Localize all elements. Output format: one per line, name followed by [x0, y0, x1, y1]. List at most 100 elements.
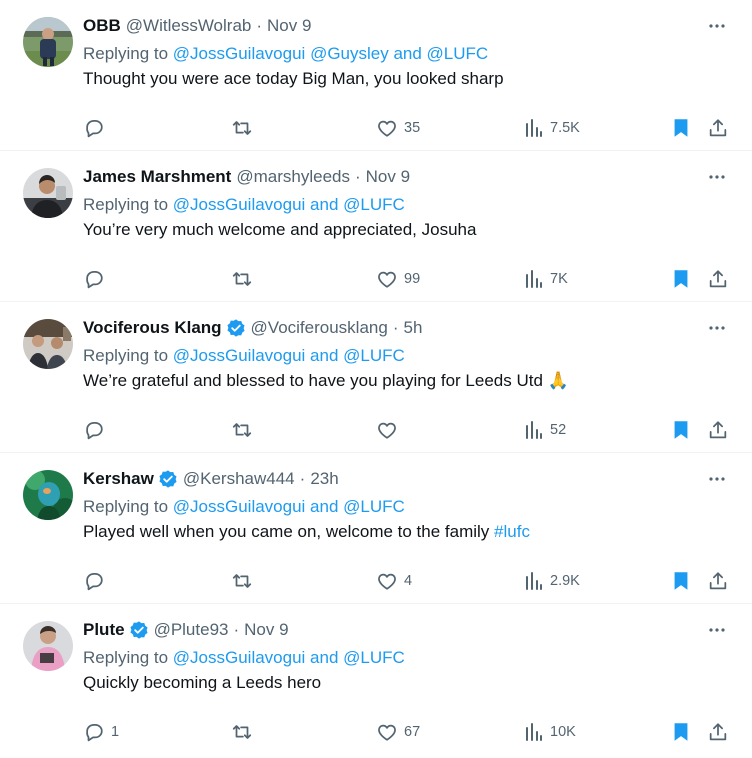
separator-dot: ·: [256, 16, 263, 35]
bookmark-button[interactable]: [670, 266, 692, 292]
reply-button[interactable]: [83, 266, 111, 292]
mention-link[interactable]: @LUFC: [343, 497, 405, 516]
mention-link[interactable]: @LUFC: [343, 648, 405, 667]
retweet-icon: [232, 423, 252, 437]
verified-badge-icon: [130, 621, 148, 639]
verified-badge-icon: [159, 470, 177, 488]
mention-separator[interactable]: and: [389, 44, 427, 63]
mention-link[interactable]: @JossGuilavogui: [173, 648, 306, 667]
bookmark-button[interactable]: [670, 115, 692, 141]
more-dots-icon: [709, 628, 725, 632]
views-button[interactable]: 7K: [524, 266, 568, 292]
timestamp[interactable]: 5h: [404, 316, 423, 340]
mention-link[interactable]: @JossGuilavogui: [173, 44, 306, 63]
mention-link[interactable]: @LUFC: [427, 44, 489, 63]
reply-tweet[interactable]: Vociferous Klang @Vociferousklang · 5h R…: [0, 302, 752, 453]
timestamp[interactable]: Nov 9: [244, 618, 288, 642]
retweet-button[interactable]: [231, 568, 259, 594]
share-button[interactable]: [707, 417, 729, 443]
timestamp[interactable]: Nov 9: [267, 14, 311, 38]
reply-tweet[interactable]: James Marshment @marshyleeds · Nov 9 Rep…: [0, 151, 752, 302]
bookmark-button[interactable]: [670, 417, 692, 443]
retweet-button[interactable]: [231, 719, 259, 745]
views-button[interactable]: 10K: [524, 719, 576, 745]
mention-link[interactable]: @JossGuilavogui: [173, 346, 306, 365]
reply-count: 1: [111, 724, 120, 740]
bookmark-button[interactable]: [670, 568, 692, 594]
hashtag-link[interactable]: #lufc: [494, 522, 530, 541]
retweet-button[interactable]: [231, 417, 259, 443]
views-count: 7.5K: [550, 120, 580, 136]
share-button[interactable]: [707, 568, 729, 594]
author-handle[interactable]: @Plute93: [154, 618, 229, 642]
share-button[interactable]: [707, 266, 729, 292]
author-handle[interactable]: @Vociferousklang: [251, 316, 388, 340]
share-button[interactable]: [707, 719, 729, 745]
retweet-button[interactable]: [231, 266, 259, 292]
author-handle[interactable]: @marshyleeds: [236, 165, 350, 189]
more-options-button[interactable]: [704, 16, 730, 36]
reply-tweet[interactable]: Plute @Plute93 · Nov 9 Replying to @Joss…: [0, 604, 752, 755]
share-icon: [709, 421, 727, 439]
bookmark-icon: [674, 119, 688, 137]
author-name[interactable]: Vociferous Klang: [83, 316, 222, 340]
views-button[interactable]: 7.5K: [524, 115, 580, 141]
bookmark-icon: [674, 270, 688, 288]
retweet-icon: [232, 272, 252, 286]
like-button[interactable]: [376, 417, 404, 443]
author-name[interactable]: James Marshment: [83, 165, 231, 189]
mention-link[interactable]: @Guysley: [310, 44, 389, 63]
reply-bubble-icon: [86, 572, 103, 591]
share-button[interactable]: [707, 115, 729, 141]
author-name[interactable]: OBB: [83, 14, 121, 38]
tweet-text-part: Played well when you came on, welcome to…: [83, 522, 495, 541]
mention-link[interactable]: @LUFC: [343, 346, 405, 365]
author-name[interactable]: Plute: [83, 618, 125, 642]
reply-button[interactable]: 1: [83, 719, 119, 745]
reply-button[interactable]: [83, 115, 111, 141]
timestamp[interactable]: 23h: [310, 467, 338, 491]
more-options-button[interactable]: [704, 167, 730, 187]
avatar[interactable]: [23, 621, 73, 671]
mention-separator[interactable]: and: [305, 346, 343, 365]
author-handle[interactable]: @Kershaw444: [183, 467, 295, 491]
more-options-button[interactable]: [704, 469, 730, 489]
more-options-button[interactable]: [704, 318, 730, 338]
views-button[interactable]: 52: [524, 417, 566, 443]
avatar[interactable]: [23, 319, 73, 369]
separator-dot: ·: [233, 620, 240, 639]
more-options-button[interactable]: [704, 620, 730, 640]
retweet-button[interactable]: [231, 115, 259, 141]
avatar[interactable]: [23, 17, 73, 67]
like-count: 35: [404, 120, 421, 136]
like-button[interactable]: 67: [376, 719, 420, 745]
views-count: 2.9K: [550, 573, 580, 589]
author-name[interactable]: Kershaw: [83, 467, 154, 491]
action-bar: 4 2.9K: [0, 568, 752, 594]
reply-tweet[interactable]: OBB @WitlessWolrab · Nov 9 Replying to @…: [0, 0, 752, 151]
avatar[interactable]: [23, 470, 73, 520]
tweet-header: OBB @WitlessWolrab · Nov 9: [83, 14, 736, 38]
views-count: 10K: [550, 724, 576, 740]
reply-button[interactable]: [83, 417, 111, 443]
replying-to-label: Replying to: [83, 346, 173, 365]
views-button[interactable]: 2.9K: [524, 568, 580, 594]
avatar[interactable]: [23, 168, 73, 218]
reply-bubble-icon: [86, 270, 103, 289]
author-handle[interactable]: @WitlessWolrab: [126, 14, 252, 38]
like-button[interactable]: 99: [376, 266, 420, 292]
mention-link[interactable]: @JossGuilavogui: [173, 195, 306, 214]
reply-tweet[interactable]: Kershaw @Kershaw444 · 23h Replying to @J…: [0, 453, 752, 604]
mention-separator[interactable]: and: [305, 648, 343, 667]
mention-link[interactable]: @JossGuilavogui: [173, 497, 306, 516]
mention-link[interactable]: @LUFC: [343, 195, 405, 214]
mention-separator[interactable]: and: [305, 497, 343, 516]
timestamp[interactable]: Nov 9: [366, 165, 410, 189]
like-button[interactable]: 4: [376, 568, 412, 594]
mention-separator[interactable]: and: [305, 195, 343, 214]
like-button[interactable]: 35: [376, 115, 420, 141]
views-bars-icon: [526, 572, 542, 590]
views-bars-icon: [526, 270, 542, 288]
reply-button[interactable]: [83, 568, 111, 594]
bookmark-button[interactable]: [670, 719, 692, 745]
